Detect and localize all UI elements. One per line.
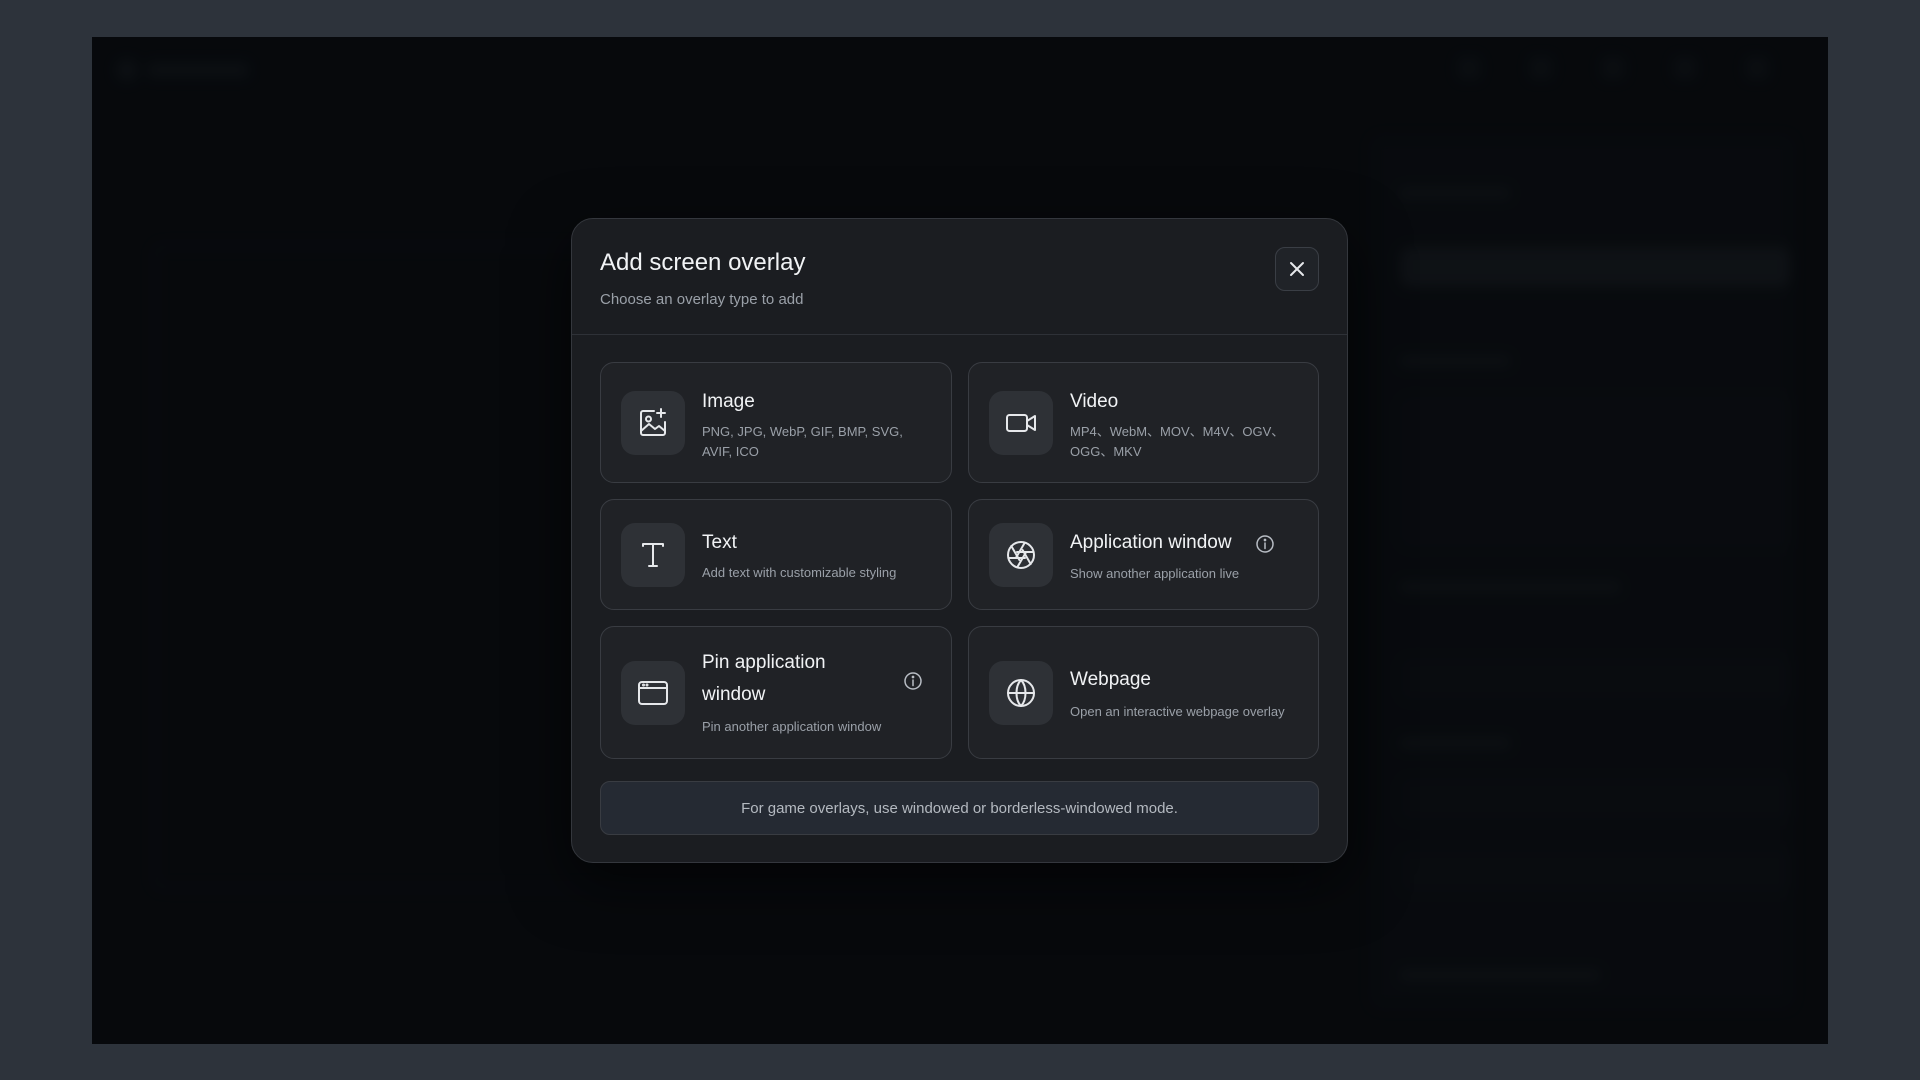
info-icon[interactable] bbox=[903, 671, 923, 691]
option-title: Webpage bbox=[1070, 669, 1151, 690]
option-title: Pin application window bbox=[702, 652, 826, 705]
info-icon[interactable] bbox=[1255, 534, 1275, 554]
browser-window-icon bbox=[621, 661, 685, 725]
option-description: Show another application live bbox=[1070, 566, 1240, 581]
dialog-subtitle: Choose an overlay type to add bbox=[600, 291, 804, 308]
option-description: MP4、WebM、MOV、M4V、OGV、OGG、MKV bbox=[1070, 424, 1285, 459]
option-title: Text bbox=[702, 532, 737, 553]
game-overlay-note: For game overlays, use windowed or borde… bbox=[600, 781, 1319, 835]
option-title: Application window bbox=[1070, 532, 1232, 553]
globe-icon bbox=[989, 661, 1053, 725]
option-pin-application-window[interactable]: Pin application window Pin another appli… bbox=[600, 626, 952, 759]
option-description: Open an interactive webpage overlay bbox=[1070, 704, 1285, 719]
video-camera-icon bbox=[989, 391, 1053, 455]
option-image[interactable]: Image PNG, JPG, WebP, GIF, BMP, SVG, AVI… bbox=[600, 362, 952, 483]
close-icon bbox=[1290, 262, 1304, 276]
dialog-title: Add screen overlay bbox=[600, 249, 806, 276]
option-description: Pin another application window bbox=[702, 719, 882, 734]
text-icon bbox=[621, 523, 685, 587]
dialog-header: Add screen overlay Choose an overlay typ… bbox=[572, 219, 1347, 335]
option-description: Add text with customizable styling bbox=[702, 565, 897, 580]
option-title: Video bbox=[1070, 391, 1119, 412]
aperture-icon bbox=[989, 523, 1053, 587]
close-button[interactable] bbox=[1275, 247, 1319, 291]
option-text[interactable]: Text Add text with customizable styling bbox=[600, 499, 952, 610]
add-overlay-dialog: Add screen overlay Choose an overlay typ… bbox=[571, 218, 1348, 863]
image-add-icon bbox=[621, 391, 685, 455]
option-application-window[interactable]: Application window Show another applicat… bbox=[968, 499, 1319, 610]
option-description: PNG, JPG, WebP, GIF, BMP, SVG, AVIF, ICO bbox=[702, 424, 903, 459]
option-video[interactable]: Video MP4、WebM、MOV、M4V、OGV、OGG、MKV bbox=[968, 362, 1319, 483]
option-webpage[interactable]: Webpage Open an interactive webpage over… bbox=[968, 626, 1319, 759]
option-title: Image bbox=[702, 391, 755, 412]
